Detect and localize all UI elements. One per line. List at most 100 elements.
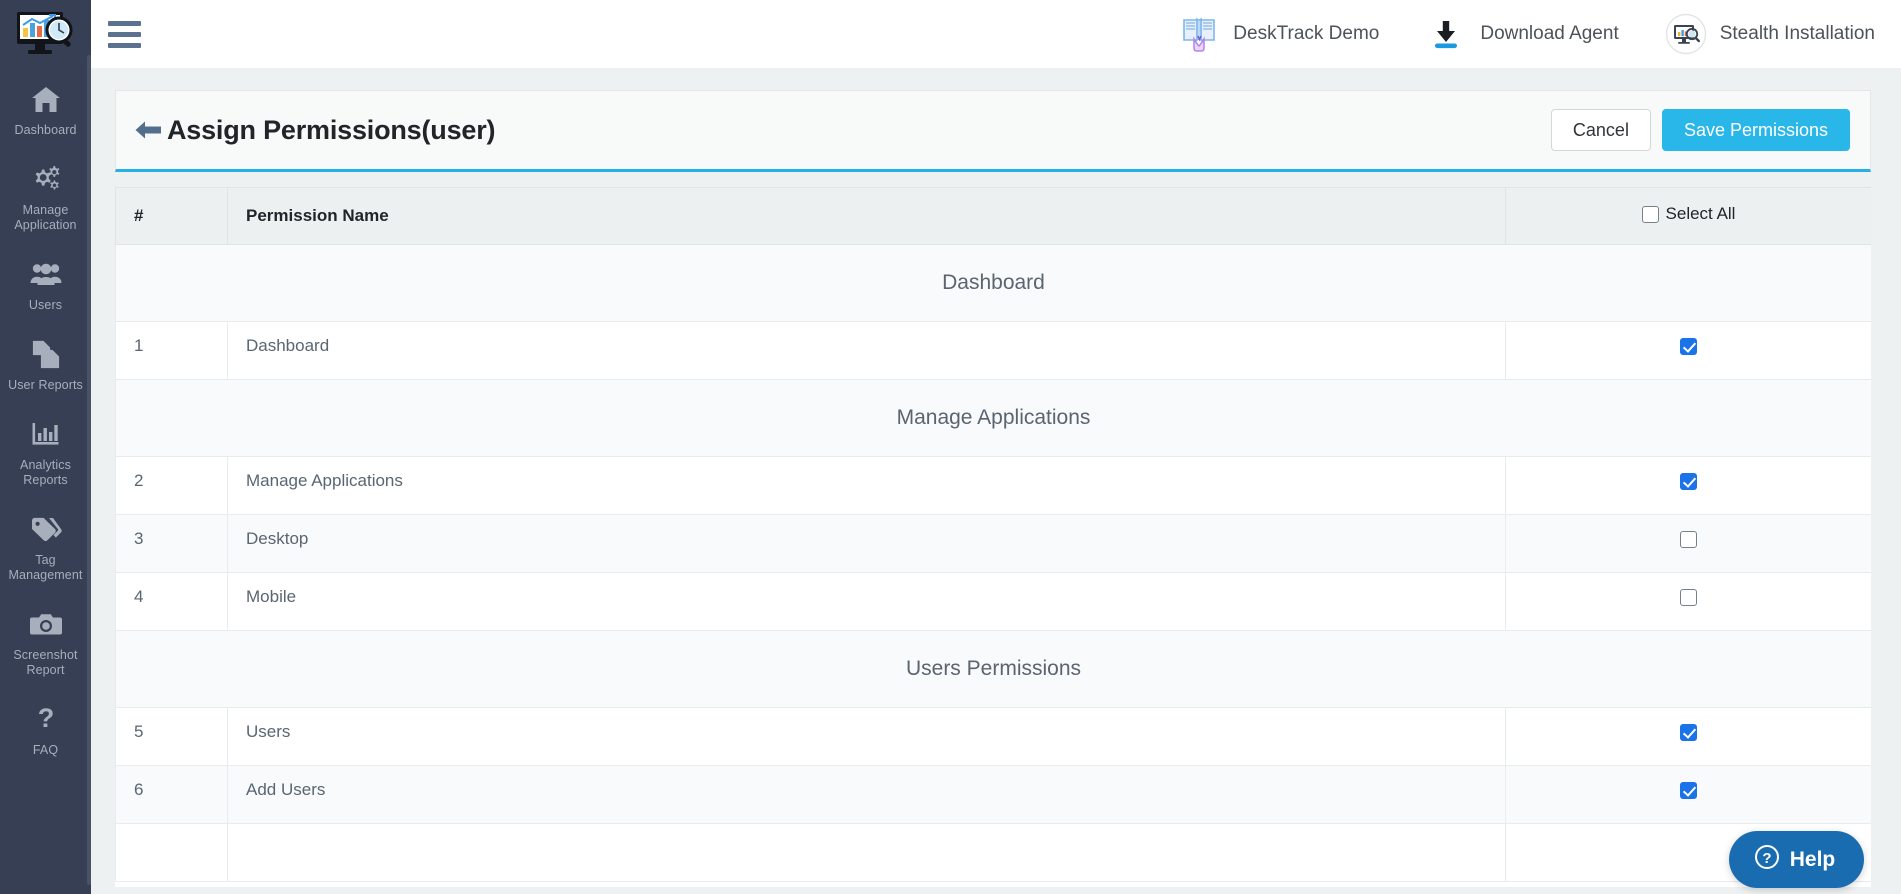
row-checkbox-cell — [1505, 706, 1871, 766]
sidebar-item-analytics-reports[interactable]: Analytics Reports — [0, 403, 91, 498]
topbar-action-label: DeskTrack Demo — [1233, 23, 1380, 44]
permission-group-label: Manage Applications — [115, 378, 1871, 457]
topbar-action-stealth-installation[interactable]: Stealth Installation — [1665, 13, 1875, 55]
desktrack-logo-icon[interactable] — [0, 0, 91, 68]
permission-checkbox[interactable] — [1680, 781, 1697, 799]
question-mark-icon: ? — [29, 702, 63, 736]
sidebar-item-faq[interactable]: ? FAQ — [0, 688, 91, 768]
sidebar-item-label: FAQ — [32, 743, 59, 757]
camera-icon — [29, 607, 63, 641]
sidebar-item-users[interactable]: Users — [0, 243, 91, 323]
permission-checkbox[interactable] — [1680, 337, 1697, 355]
row-number: 5 — [115, 706, 228, 766]
sidebar-item-label: Tag Management — [8, 553, 83, 582]
row-checkbox-cell — [1505, 455, 1871, 515]
table-row[interactable]: 2 Manage Applications — [115, 455, 1871, 515]
svg-text:?: ? — [1762, 850, 1771, 867]
permission-checkbox[interactable] — [1680, 472, 1697, 490]
row-number: 6 — [115, 764, 228, 824]
hamburger-bar — [108, 31, 141, 37]
sidebar-scrollbar[interactable] — [87, 55, 91, 885]
permission-checkbox[interactable] — [1680, 530, 1697, 548]
table-row[interactable]: 5 Users — [115, 706, 1871, 766]
table-row[interactable]: 4 Mobile — [115, 571, 1871, 631]
topbar: DeskTrack Demo Download Agent Stealth In… — [91, 0, 1901, 68]
hamburger-bar — [108, 42, 141, 48]
help-button[interactable]: ? Help — [1729, 831, 1864, 888]
row-number: 2 — [115, 455, 228, 515]
bar-chart-icon — [29, 417, 63, 451]
permission-group-label: Users Permissions — [115, 629, 1871, 708]
page-header-actions: Cancel Save Permissions — [1550, 109, 1850, 151]
topbar-action-label: Download Agent — [1480, 23, 1619, 44]
table-row[interactable]: 3 Desktop — [115, 513, 1871, 573]
sidebar-item-tag-management[interactable]: Tag Management — [0, 498, 91, 593]
row-number: 3 — [115, 513, 228, 573]
help-button-label: Help — [1789, 847, 1836, 871]
sidebar: Dashboard Manage Application Users User … — [0, 0, 91, 894]
permissions-table-container[interactable]: # Permission Name Select All Dashboard 1 D… — [115, 187, 1871, 887]
back-arrow-icon[interactable] — [134, 117, 164, 143]
permission-group-row: Users Permissions — [115, 629, 1871, 708]
cancel-button[interactable]: Cancel — [1550, 109, 1651, 151]
sidebar-item-label: Analytics Reports — [20, 458, 71, 487]
permission-checkbox[interactable] — [1680, 723, 1697, 741]
permissions-table: # Permission Name Select All Dashboard 1 D… — [115, 187, 1871, 882]
row-permission-name: Mobile — [227, 571, 1506, 631]
row-checkbox-cell — [1505, 764, 1871, 824]
row-permission-name: Desktop — [227, 513, 1506, 573]
row-permission-name: Users — [227, 706, 1506, 766]
row-permission-name: Manage Applications — [227, 455, 1506, 515]
permission-group-label: Dashboard — [115, 243, 1871, 322]
sidebar-item-label: Dashboard — [14, 123, 77, 137]
hamburger-icon[interactable] — [108, 19, 144, 49]
save-permissions-button[interactable]: Save Permissions — [1661, 109, 1850, 151]
permission-checkbox[interactable] — [1680, 588, 1697, 606]
home-icon — [29, 82, 63, 116]
documents-copy-icon — [29, 337, 63, 371]
question-circle-icon: ? — [1754, 844, 1780, 875]
stealth-monitor-icon — [1665, 13, 1707, 55]
sidebar-item-user-reports[interactable]: User Reports — [0, 323, 91, 403]
row-checkbox-cell — [1505, 513, 1871, 573]
permission-group-row: Manage Applications — [115, 378, 1871, 457]
row-permission-name — [227, 822, 1506, 882]
table-header-row: # Permission Name Select All — [115, 187, 1871, 245]
page-title: Assign Permissions(user) — [167, 114, 496, 145]
table-body: Dashboard 1 Dashboard Manage Applications 2 M… — [115, 243, 1871, 882]
sidebar-item-label: Manage Application — [14, 203, 77, 232]
topbar-action-label: Stealth Installation — [1719, 23, 1875, 44]
sidebar-item-manage-application[interactable]: Manage Application — [0, 148, 91, 243]
column-header-number: # — [115, 187, 228, 245]
select-all-control[interactable]: Select All — [1641, 204, 1736, 224]
sidebar-item-dashboard[interactable]: Dashboard — [0, 68, 91, 148]
main-content: Assign Permissions(user) Cancel Save Per… — [91, 68, 1901, 894]
select-all-label: Select All — [1665, 204, 1736, 223]
table-header: # Permission Name Select All — [115, 187, 1871, 245]
row-number — [115, 822, 228, 882]
row-number: 4 — [115, 571, 228, 631]
row-checkbox-cell — [1505, 320, 1871, 380]
topbar-action-download-agent[interactable]: Download Agent — [1425, 13, 1619, 55]
select-all-checkbox[interactable] — [1641, 205, 1659, 223]
row-checkbox-cell — [1505, 571, 1871, 631]
download-icon — [1425, 13, 1467, 55]
tags-icon — [29, 512, 63, 546]
topbar-actions: DeskTrack Demo Download Agent Stealth In… — [1132, 13, 1901, 55]
table-row[interactable] — [115, 822, 1871, 882]
permission-group-row: Dashboard — [115, 243, 1871, 322]
sidebar-item-label: Screenshot Report — [13, 648, 78, 677]
sidebar-item-screenshot-report[interactable]: Screenshot Report — [0, 593, 91, 688]
book-hand-icon — [1178, 13, 1220, 55]
sidebar-item-label: Users — [28, 298, 63, 312]
page-header-card: Assign Permissions(user) Cancel Save Per… — [115, 90, 1871, 172]
column-header-select-all: Select All — [1505, 187, 1871, 245]
users-group-icon — [29, 257, 63, 291]
column-header-permission-name: Permission Name — [227, 187, 1506, 245]
table-row[interactable]: 6 Add Users — [115, 764, 1871, 824]
topbar-action-desktrack-demo[interactable]: DeskTrack Demo — [1178, 13, 1379, 55]
hamburger-bar — [108, 20, 141, 26]
table-row[interactable]: 1 Dashboard — [115, 320, 1871, 380]
row-permission-name: Add Users — [227, 764, 1506, 824]
page-header-row: Assign Permissions(user) Cancel Save Per… — [116, 91, 1870, 169]
